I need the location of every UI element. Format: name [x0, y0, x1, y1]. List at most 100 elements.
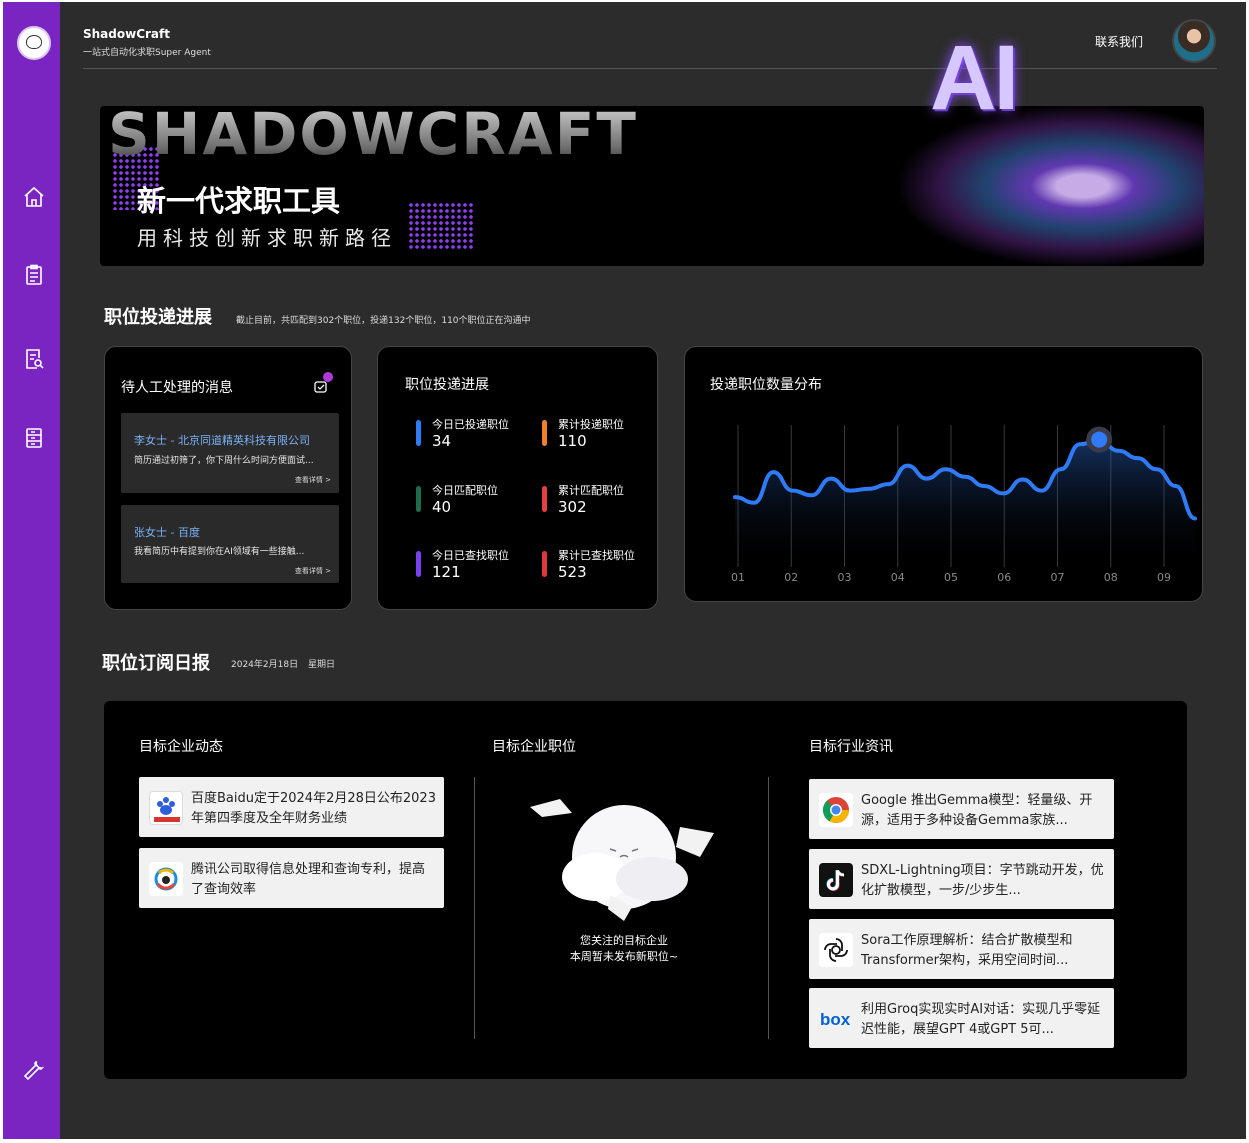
contact-us-link[interactable]: 联系我们 [1095, 33, 1143, 50]
stat-label: 今日匹配职位 [432, 484, 498, 497]
banner-dot-pattern [408, 202, 474, 250]
view-details-link[interactable]: 查看详情 > [295, 566, 331, 576]
pending-messages-title: 待人工处理的消息 [121, 380, 233, 396]
daily-section-title: 职位订阅日报 [102, 653, 210, 674]
openai-logo-icon [819, 933, 853, 967]
app-name: ShadowCraft [83, 27, 170, 41]
document-list-icon[interactable] [22, 426, 46, 450]
industry-news-item[interactable]: Google 推出Gemma模型：轻量级、开源，适用于多种设备Gemma家族..… [809, 779, 1114, 839]
column-divider [768, 777, 769, 1039]
chart-x-tick-label: 01 [731, 571, 745, 584]
news-text: 腾讯公司取得信息处理和查询专利，提高了查询效率 [191, 862, 426, 897]
user-avatar[interactable] [1172, 19, 1216, 63]
news-text: Google 推出Gemma模型：轻量级、开源，适用于多种设备Gemma家族..… [861, 793, 1093, 828]
message-item[interactable]: 李女士 - 北京同道精英科技有限公司 简历通过初筛了，你下周什么时间方便面试..… [121, 413, 339, 493]
industry-news-item[interactable]: box 利用Groq实现实时AI对话：实现几乎零延迟性能，展望GPT 4或GPT… [809, 988, 1114, 1048]
resume-search-icon[interactable] [22, 347, 46, 371]
industry-news-item[interactable]: SDXL-Lightning项目：字节跳动开发，优化扩散模型，一步/少步生... [809, 849, 1114, 909]
delivery-progress-title: 职位投递进展 [405, 377, 489, 393]
app-frame: ShadowCraft 一站式自动化求职Super Agent 联系我们 SHA… [3, 2, 1246, 1139]
stat-label: 今日已投递职位 [432, 418, 509, 431]
chart-x-tick-label: 03 [838, 571, 852, 584]
app-logo[interactable] [17, 26, 51, 60]
message-sender: 张女士 - 百度 [134, 526, 200, 539]
line-chart: 01 02 03 04 05 06 07 08 09 [731, 425, 1197, 584]
chart-area-fill [735, 439, 1195, 567]
chart-x-tick-label: 05 [944, 571, 958, 584]
news-text: SDXL-Lightning项目：字节跳动开发，优化扩散模型，一步/少步生... [861, 863, 1104, 898]
view-details-link[interactable]: 查看详情 > [295, 475, 331, 485]
daily-weekday: 星期日 [308, 660, 336, 670]
companies-title: 目标企业动态 [139, 739, 223, 755]
message-item[interactable]: 张女士 - 百度 我看简历中有提到你在AI领域有一些接触... 查看详情 > [121, 505, 339, 583]
chart-highlight-point[interactable] [1091, 431, 1108, 448]
empty-state-line: 您关注的目标企业 [580, 934, 668, 947]
chrome-logo-icon [819, 793, 853, 827]
stat-label: 累计投递职位 [558, 418, 624, 431]
progress-section-note: 截止目前，共匹配到302个职位，投递132个职位，110个职位正在沟通中 [236, 316, 531, 326]
stat-color-bar [542, 486, 547, 512]
stat-label: 累计匹配职位 [558, 484, 624, 497]
svg-text:box: box [820, 1010, 851, 1029]
company-news-item[interactable]: 百度Baidu定于2024年2月28日公布2023年第四季度及全年财务业绩 [139, 777, 444, 837]
banner-subtitle: 用科技创新求职新路径 [137, 226, 397, 250]
stat-total-delivered: 累计投递职位 110 [542, 416, 662, 456]
jobs-title: 目标企业职位 [492, 739, 576, 755]
progress-section-title: 职位投递进展 [104, 307, 212, 328]
box-logo-icon: box [819, 1002, 853, 1036]
industry-title: 目标行业资讯 [809, 739, 893, 755]
chart-x-tick-label: 08 [1104, 571, 1118, 584]
chart-x-tick-label: 06 [997, 571, 1011, 584]
news-text: 百度Baidu定于2024年2月28日公布2023年第四季度及全年财务业绩 [191, 791, 436, 826]
stat-today-matched: 今日匹配职位 40 [416, 482, 536, 522]
stat-color-bar [416, 420, 421, 446]
daily-date: 2024年2月18日 [231, 660, 299, 670]
baidu-logo-icon [149, 791, 183, 825]
wrench-icon[interactable] [22, 1058, 46, 1082]
news-text: Sora工作原理解析：结合扩散模型和Transformer架构，采用空间时间..… [861, 933, 1073, 968]
stat-total-matched: 累计匹配职位 302 [542, 482, 662, 522]
stat-value: 110 [558, 432, 587, 450]
stat-value: 302 [558, 498, 587, 516]
stat-today-delivered: 今日已投递职位 34 [416, 416, 536, 456]
message-preview: 简历通过初筛了，你下周什么时间方便面试... [134, 456, 314, 466]
stat-label: 今日已查找职位 [432, 549, 509, 562]
empty-state-illustration [524, 795, 724, 925]
ai-art-text: AI [930, 27, 1019, 129]
stat-value: 121 [432, 563, 461, 581]
stat-value: 40 [432, 498, 452, 516]
app-tagline: 一站式自动化求职Super Agent [83, 48, 211, 58]
banner-brand-text: SHADOWCRAFT [108, 106, 638, 168]
tiktok-logo-icon [819, 863, 853, 897]
stat-color-bar [542, 551, 547, 577]
sidebar [3, 2, 60, 1139]
stat-value: 34 [432, 432, 452, 450]
message-bell-icon[interactable] [313, 372, 333, 394]
company-news-item[interactable]: 腾讯公司取得信息处理和查询专利，提高了查询效率 [139, 848, 444, 908]
delivery-progress-card: 职位投递进展 今日已投递职位 34 累计投递职位 110 今日匹配职位 40 累… [377, 346, 658, 610]
stat-value: 523 [558, 563, 587, 581]
stat-color-bar [416, 486, 421, 512]
hero-banner: SHADOWCRAFT 新一代求职工具 用科技创新求职新路径 [100, 106, 1204, 266]
chart-x-tick-label: 04 [891, 571, 905, 584]
header-divider [83, 68, 1217, 69]
news-text: 利用Groq实现实时AI对话：实现几乎零延迟性能，展望GPT 4或GPT 5可.… [861, 1002, 1101, 1037]
distribution-chart-card: 投递职位数量分布 01 02 03 04 05 06 07 08 09 [684, 346, 1203, 602]
stat-color-bar [542, 420, 547, 446]
stat-color-bar [416, 551, 421, 577]
stat-label: 累计已查找职位 [558, 549, 635, 562]
stat-total-searched: 累计已查找职位 523 [542, 547, 662, 587]
column-divider [474, 777, 475, 1039]
clipboard-icon[interactable] [22, 263, 46, 287]
chart-x-tick-label: 02 [784, 571, 798, 584]
chart-x-tick-label: 07 [1051, 571, 1065, 584]
banner-title: 新一代求职工具 [137, 184, 341, 218]
home-icon[interactable] [22, 185, 46, 209]
industry-news-item[interactable]: Sora工作原理解析：结合扩散模型和Transformer架构，采用空间时间..… [809, 919, 1114, 979]
daily-report-panel: 目标企业动态 目标企业职位 目标行业资讯 百度Baidu定于2024年2月28日… [104, 701, 1187, 1079]
chart-x-tick-label: 09 [1157, 571, 1171, 584]
pending-messages-card: 待人工处理的消息 李女士 - 北京同道精英科技有限公司 简历通过初筛了，你下周什… [104, 346, 352, 610]
empty-state-line: 本周暂未发布新职位~ [569, 950, 679, 963]
empty-state-text: 您关注的目标企业 本周暂未发布新职位~ [524, 933, 724, 965]
message-preview: 我看简历中有提到你在AI领域有一些接触... [134, 547, 305, 557]
